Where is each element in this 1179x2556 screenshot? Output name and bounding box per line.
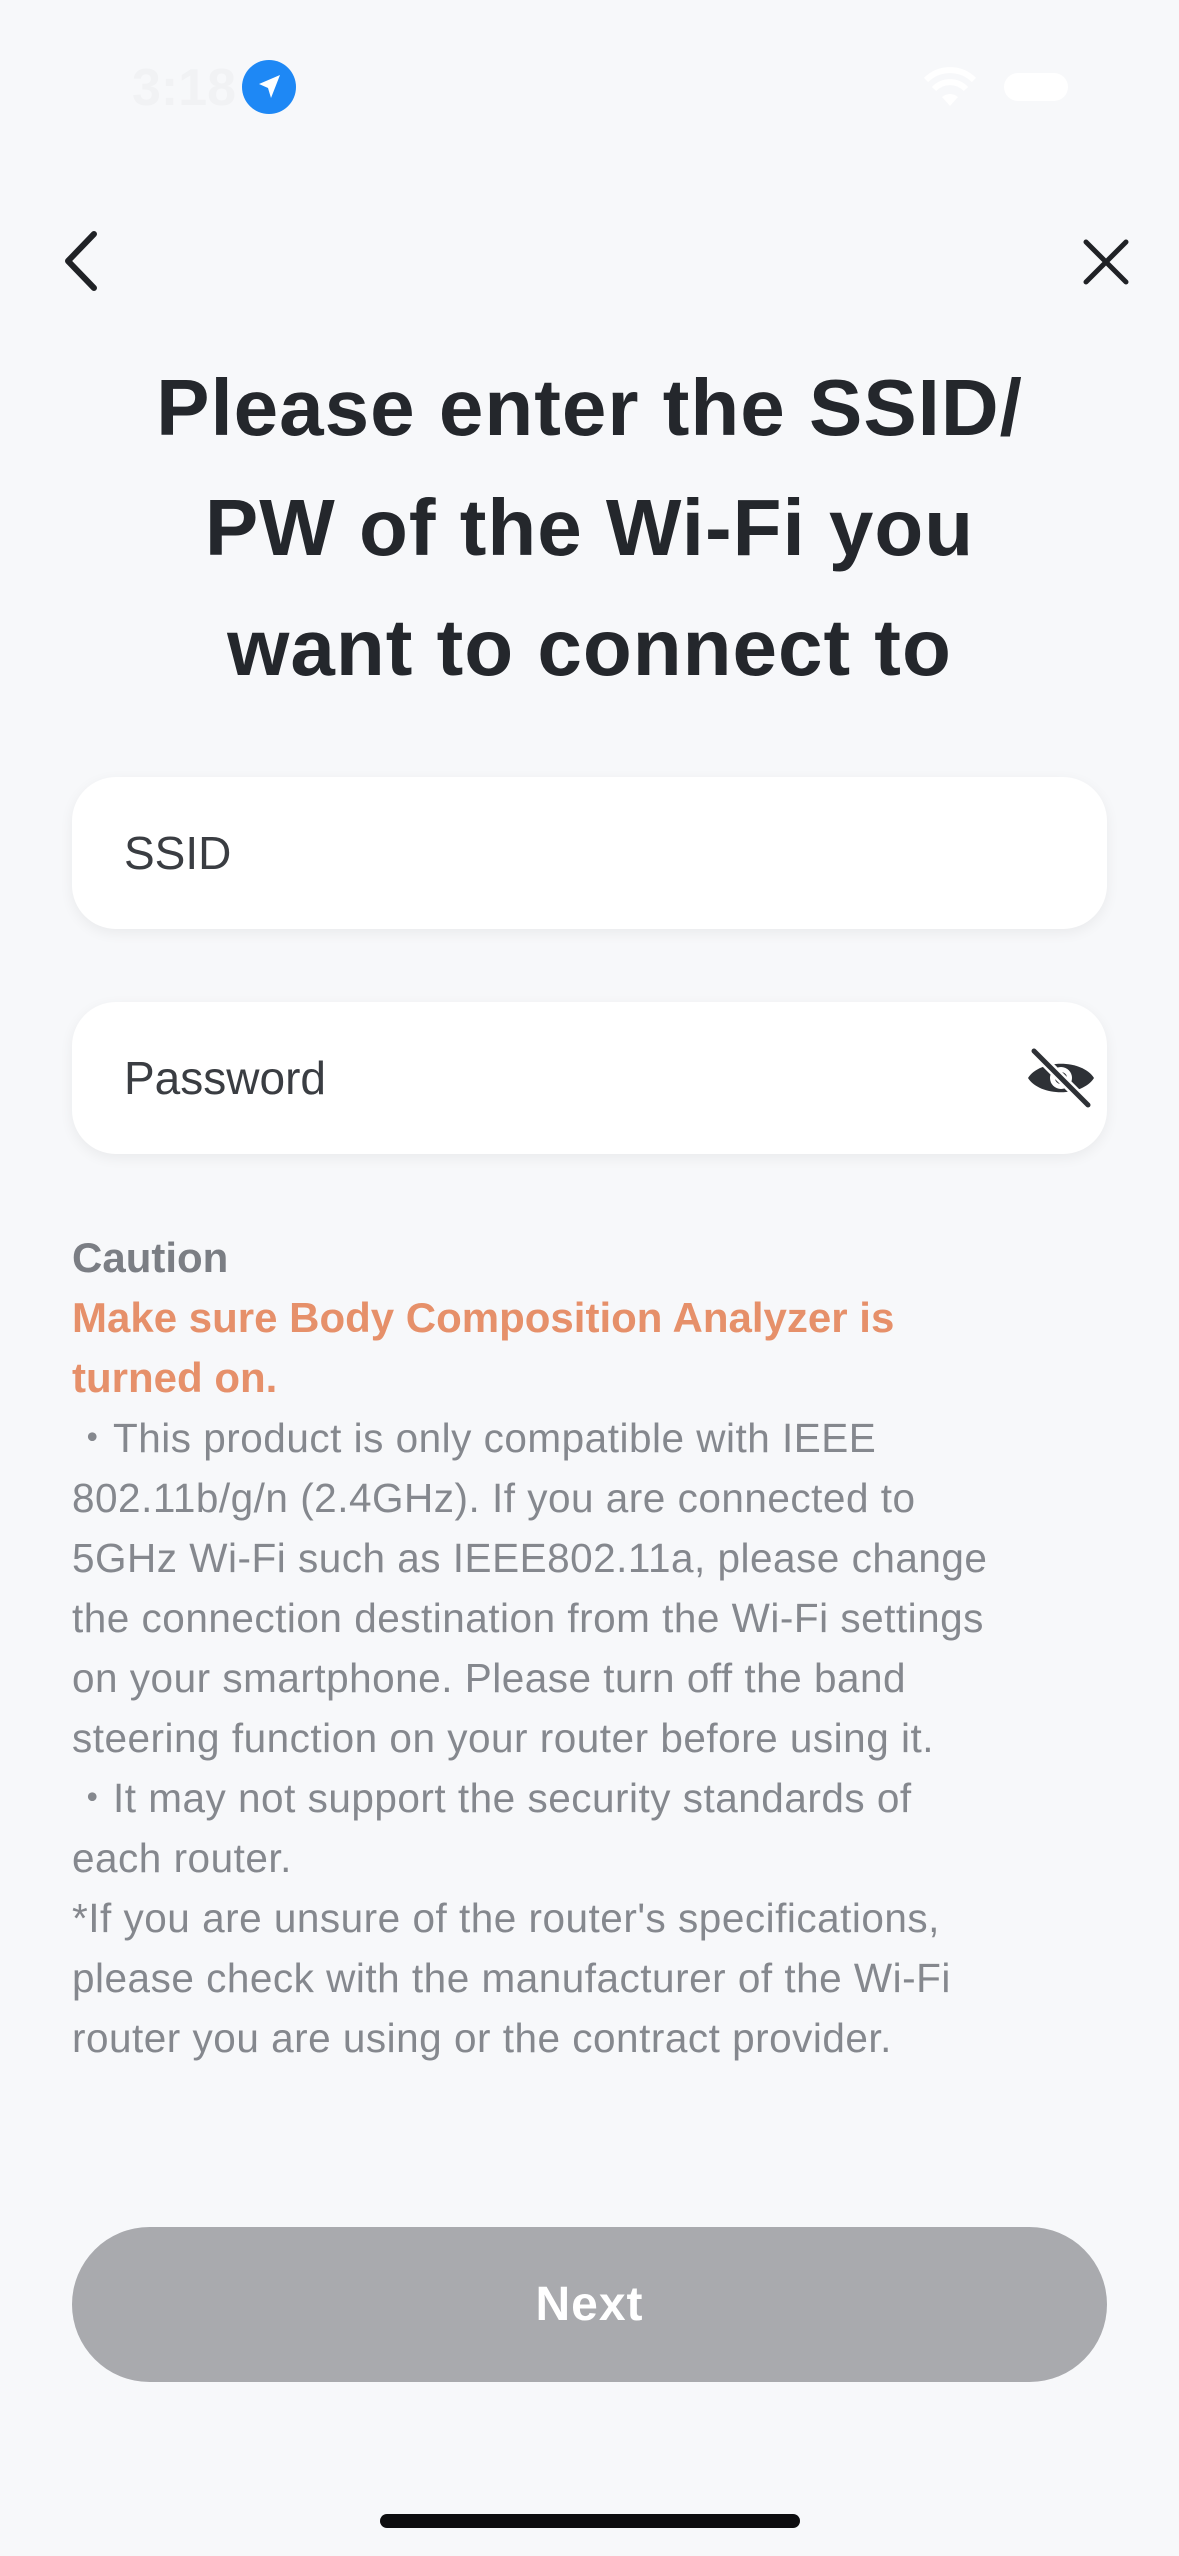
caution-warning: Make sure Body Composition Analyzer is t… — [72, 1288, 1112, 1408]
eye-off-icon — [1028, 1046, 1094, 1110]
page-title-line: want to connect to — [227, 603, 952, 692]
caution-body-line: on your smartphone. Please turn off the … — [72, 1655, 907, 1701]
caution-body-line: ・This product is only compatible with IE… — [72, 1415, 877, 1461]
password-field[interactable] — [72, 1002, 1107, 1154]
close-button[interactable] — [1080, 236, 1132, 288]
back-button[interactable] — [56, 228, 112, 294]
caution-body-line: *If you are unsure of the router's speci… — [72, 1895, 940, 1941]
page-title-line: Please enter the SSID/ — [156, 363, 1023, 452]
status-time: 3:18 — [132, 59, 237, 117]
page-title-line: PW of the Wi-Fi you — [204, 483, 975, 572]
password-input[interactable] — [124, 1002, 944, 1154]
caution-body-line: ・It may not support the security standar… — [72, 1775, 912, 1821]
status-bar: 3:18 — [0, 0, 1179, 150]
caution-body: ・This product is only compatible with IE… — [72, 1408, 1112, 2068]
location-arrow-icon — [242, 60, 296, 114]
caution-body-line: router you are using or the contract pro… — [72, 2015, 892, 2061]
caution-body-line: each router. — [72, 1835, 292, 1881]
caution-body-line: the connection destination from the Wi-F… — [72, 1595, 984, 1641]
caution-heading: Caution — [72, 1234, 229, 1281]
password-visibility-toggle[interactable] — [1024, 1046, 1098, 1110]
caution-body-line: steering function on your router before … — [72, 1715, 934, 1761]
next-button[interactable]: Next — [72, 2227, 1107, 2382]
caution-warning-line: turned on. — [72, 1354, 278, 1401]
caution-warning-line: Make sure Body Composition Analyzer is — [72, 1294, 895, 1341]
close-icon — [1083, 239, 1129, 285]
caution-section: Caution Make sure Body Composition Analy… — [72, 1228, 1112, 2068]
ssid-input[interactable] — [124, 777, 944, 929]
caution-body-line: 802.11b/g/n (2.4GHz). If you are connect… — [72, 1475, 916, 1521]
chevron-left-icon — [65, 231, 97, 291]
page-title: Please enter the SSID/ PW of the Wi-Fi y… — [60, 348, 1119, 708]
caution-body-line: please check with the manufacturer of th… — [72, 1955, 951, 2001]
ssid-field[interactable] — [72, 777, 1107, 929]
wifi-icon — [922, 66, 978, 108]
battery-icon — [1004, 73, 1068, 101]
home-indicator[interactable] — [380, 2514, 800, 2528]
caution-body-line: 5GHz Wi-Fi such as IEEE802.11a, please c… — [72, 1535, 988, 1581]
next-button-label: Next — [535, 2278, 644, 2331]
